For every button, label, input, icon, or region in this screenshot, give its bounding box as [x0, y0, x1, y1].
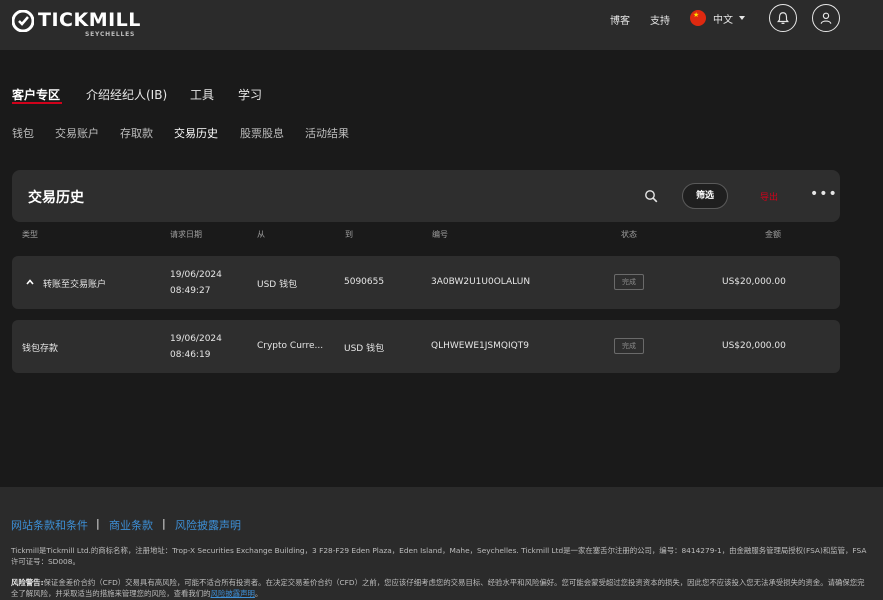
sub-nav-trading-accounts[interactable]: 交易账户: [55, 125, 99, 141]
main-nav-tools[interactable]: 工具: [190, 86, 214, 103]
language-label: 中文: [713, 14, 733, 26]
logo-mark-icon: [12, 10, 34, 32]
notifications-button[interactable]: [769, 4, 797, 32]
column-header-id: 编号: [432, 230, 448, 239]
status-badge: 完成: [614, 338, 644, 354]
search-icon[interactable]: [644, 189, 658, 203]
export-link[interactable]: 导出: [760, 190, 778, 203]
table-row[interactable]: 钱包存款 19/06/2024 08:46:19 Crypto Curre...…: [12, 320, 840, 373]
column-header-to: 到: [345, 230, 353, 239]
row-id: QLHWEWE1JSMQIQT9: [431, 341, 529, 351]
risk-warning-end: 。: [254, 589, 263, 598]
main-nav-ib[interactable]: 介绍经纪人(IB): [86, 86, 167, 103]
nav-support-link[interactable]: 支持: [650, 12, 670, 27]
footer-risk-warning: 风险警告:保证金差价合约（CFD）交易具有高风险，可能不适合所有投资者。在决定交…: [11, 577, 871, 599]
row-date: 19/06/2024: [170, 334, 222, 344]
status-badge: 完成: [614, 274, 644, 290]
row-amount: US$20,000.00: [722, 341, 786, 351]
main-nav-client-area[interactable]: 客户专区: [12, 86, 60, 103]
column-header-status: 状态: [621, 230, 637, 239]
row-time: 08:49:27: [170, 286, 211, 296]
footer-link-business-terms[interactable]: 商业条款: [109, 517, 153, 533]
row-from: USD 钱包: [257, 280, 298, 290]
page-footer: 网站条款和条件 | 商业条款 | 风险披露声明 Tickmill是Tickmil…: [0, 487, 883, 600]
column-header-request-date: 请求日期: [170, 230, 202, 239]
sub-nav-dividends[interactable]: 股票股息: [240, 125, 284, 141]
footer-company-text: Tickmill是Tickmill Ltd.的商标名称，注册地址：Trop-X …: [11, 546, 867, 566]
account-button[interactable]: [812, 4, 840, 32]
risk-disclosure-inline-link[interactable]: 风险披露声明: [211, 589, 255, 598]
row-date: 19/06/2024: [170, 270, 222, 280]
sub-nav-wallet[interactable]: 钱包: [12, 125, 34, 141]
footer-separator: |: [96, 517, 100, 530]
logo-text: TICKMILL: [38, 9, 141, 31]
row-from: Crypto Curre...: [257, 341, 324, 351]
chevron-down-icon: [739, 16, 745, 20]
nav-blog-link[interactable]: 博客: [610, 12, 630, 27]
user-icon: [820, 12, 832, 24]
language-selector[interactable]: 中文: [690, 9, 745, 27]
logo-subtitle: SEYCHELLES: [85, 31, 136, 38]
page-title: 交易历史: [28, 190, 84, 206]
footer-link-risk-disclosure[interactable]: 风险披露声明: [175, 517, 241, 533]
column-header-amount: 金额: [765, 230, 781, 239]
filter-button[interactable]: 筛选: [682, 183, 728, 209]
tickmill-logo[interactable]: TICKMILL SEYCHELLES: [12, 6, 140, 38]
more-options-icon[interactable]: •••: [810, 186, 838, 202]
sub-nav-deposits-withdrawals[interactable]: 存取款: [120, 125, 153, 141]
row-time: 08:46:19: [170, 350, 211, 360]
top-header: TICKMILL SEYCHELLES 博客 支持 中文: [0, 0, 883, 50]
footer-link-website-terms[interactable]: 网站条款和条件: [11, 517, 88, 533]
chevron-up-icon[interactable]: [26, 278, 34, 286]
row-amount: US$20,000.00: [722, 277, 786, 287]
main-nav-learn[interactable]: 学习: [238, 86, 262, 103]
bell-icon: [777, 12, 789, 25]
risk-warning-text: 保证金差价合约（CFD）交易具有高风险，可能不适合所有投资者。在决定交易差价合约…: [11, 578, 865, 598]
row-type: 转账至交易账户: [43, 280, 107, 290]
footer-separator: |: [162, 517, 166, 530]
active-nav-underline: [12, 102, 62, 104]
table-row[interactable]: 转账至交易账户 19/06/2024 08:49:27 USD 钱包 50906…: [12, 256, 840, 309]
row-to: 5090655: [344, 277, 385, 287]
column-header-from: 从: [257, 230, 265, 239]
row-to: USD 钱包: [344, 344, 385, 354]
row-type: 钱包存款: [22, 344, 59, 354]
row-id: 3A0BW2U1U0OLALUN: [431, 277, 531, 287]
column-header-type: 类型: [22, 230, 38, 239]
china-flag-icon: [690, 10, 706, 26]
sub-nav-trade-history[interactable]: 交易历史: [174, 125, 218, 141]
risk-warning-label: 风险警告:: [11, 578, 44, 587]
history-card-header: 交易历史 筛选 导出 •••: [12, 170, 840, 222]
sub-nav-promotion-results[interactable]: 活动结果: [305, 125, 349, 141]
